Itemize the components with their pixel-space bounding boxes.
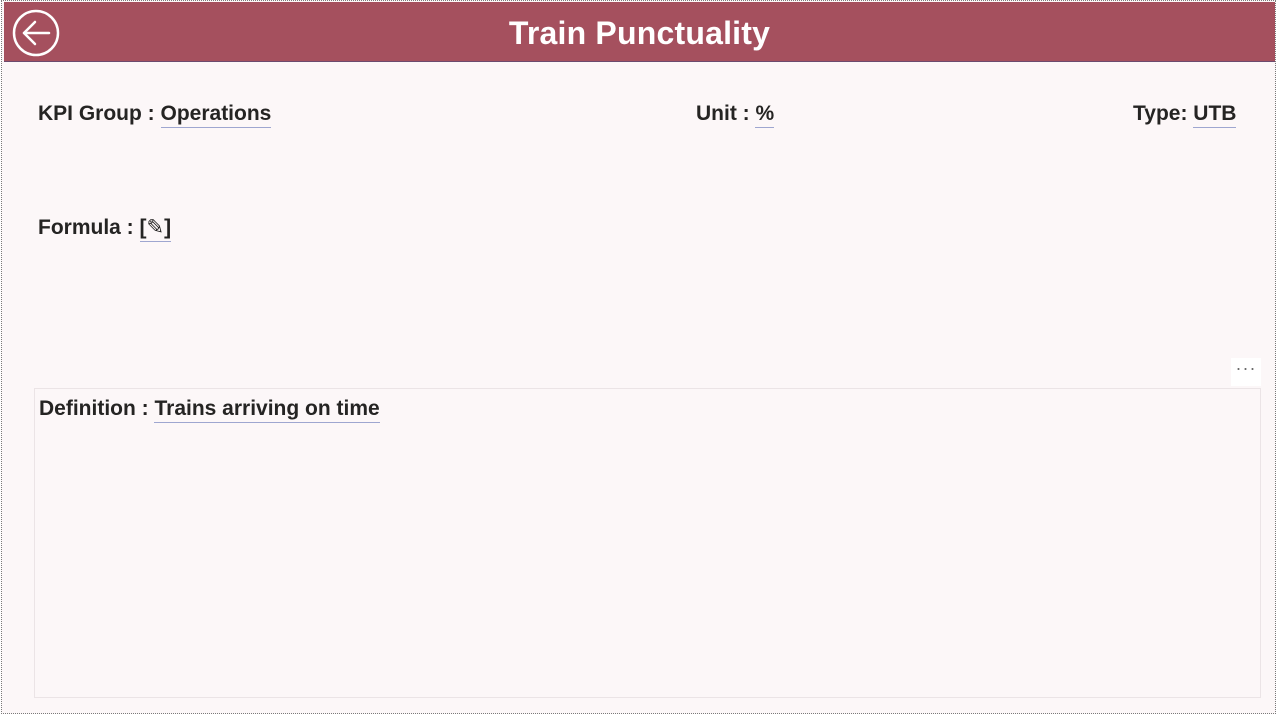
definition-value[interactable]: Trains arriving on time bbox=[154, 397, 380, 423]
more-options-button[interactable]: ··· bbox=[1231, 358, 1261, 386]
definition-field: Definition : Trains arriving on time bbox=[39, 396, 380, 423]
unit-field: Unit : % bbox=[696, 101, 775, 128]
formula-field: Formula : [✎] bbox=[38, 215, 172, 242]
kpi-group-field: KPI Group : Operations bbox=[38, 101, 272, 128]
type-field: Type: UTB bbox=[1133, 101, 1237, 128]
more-horizontal-icon: ··· bbox=[1235, 358, 1257, 378]
definition-panel: Definition : Trains arriving on time bbox=[34, 388, 1261, 698]
formula-label: Formula : bbox=[38, 216, 140, 239]
formula-value[interactable]: [✎] bbox=[139, 216, 172, 242]
definition-label: Definition : bbox=[39, 397, 155, 420]
kpi-group-value[interactable]: Operations bbox=[160, 102, 272, 128]
type-label: Type: bbox=[1133, 102, 1194, 125]
header-bar: Train Punctuality bbox=[4, 2, 1275, 62]
unit-label: Unit : bbox=[696, 102, 756, 125]
unit-value[interactable]: % bbox=[755, 102, 775, 128]
kpi-detail-screen: Train Punctuality KPI Group : Operations… bbox=[1, 0, 1276, 714]
page-title: Train Punctuality bbox=[508, 15, 771, 51]
kpi-group-label: KPI Group : bbox=[38, 102, 161, 125]
type-value[interactable]: UTB bbox=[1193, 102, 1237, 128]
